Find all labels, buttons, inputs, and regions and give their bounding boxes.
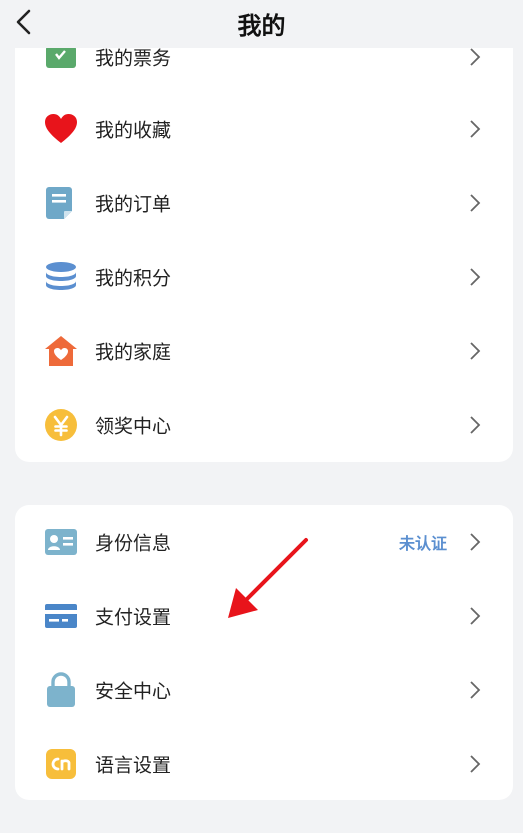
menu-item-identity[interactable]: 身份信息 未认证 [15,505,513,579]
chevron-right-icon [470,681,481,699]
menu-item-label: 我的订单 [95,193,172,216]
home-heart-icon [43,333,79,369]
chevron-right-icon [470,607,481,625]
coin-stack-icon [43,259,79,295]
menu-item-label: 我的积分 [95,267,172,290]
top-nav-bar: 我的 [0,0,523,48]
menu-item-label: 身份信息 [95,532,172,555]
menu-item-label: 语言设置 [95,754,172,777]
account-settings-card: 身份信息 未认证 支付设置 安全中心 语言设置 [15,505,513,800]
chevron-right-icon [470,755,481,773]
chevron-right-icon [470,48,481,66]
menu-item-family[interactable]: 我的家庭 [15,314,513,388]
menu-item-label: 安全中心 [95,680,172,703]
yen-coin-icon [43,407,79,443]
menu-item-label: 我的收藏 [95,119,172,142]
lock-icon [43,672,79,708]
chevron-right-icon [470,416,481,434]
menu-item-orders[interactable]: 我的订单 [15,166,513,240]
verification-status: 未认证 [398,534,447,553]
chevron-right-icon [470,120,481,138]
menu-item-security-center[interactable]: 安全中心 [15,653,513,727]
menu-item-rewards[interactable]: 领奖中心 [15,388,513,462]
credit-card-icon [43,598,79,634]
heart-icon [43,111,79,147]
chevron-right-icon [470,194,481,212]
my-services-card: 我的票务 我的收藏 我的订单 我的积分 我的家庭 领奖中心 [15,18,513,462]
order-document-icon [43,185,79,221]
chevron-right-icon [470,533,481,551]
menu-item-points[interactable]: 我的积分 [15,240,513,314]
language-cn-icon [43,746,79,782]
menu-item-language-settings[interactable]: 语言设置 [15,727,513,800]
menu-item-label: 我的家庭 [95,341,172,364]
menu-item-payment-settings[interactable]: 支付设置 [15,579,513,653]
chevron-right-icon [470,268,481,286]
menu-item-label: 领奖中心 [95,415,172,438]
id-card-icon [43,524,79,560]
page-title: 我的 [237,12,286,40]
menu-item-favorites[interactable]: 我的收藏 [15,92,513,166]
menu-item-label: 支付设置 [95,606,172,629]
chevron-right-icon [470,342,481,360]
